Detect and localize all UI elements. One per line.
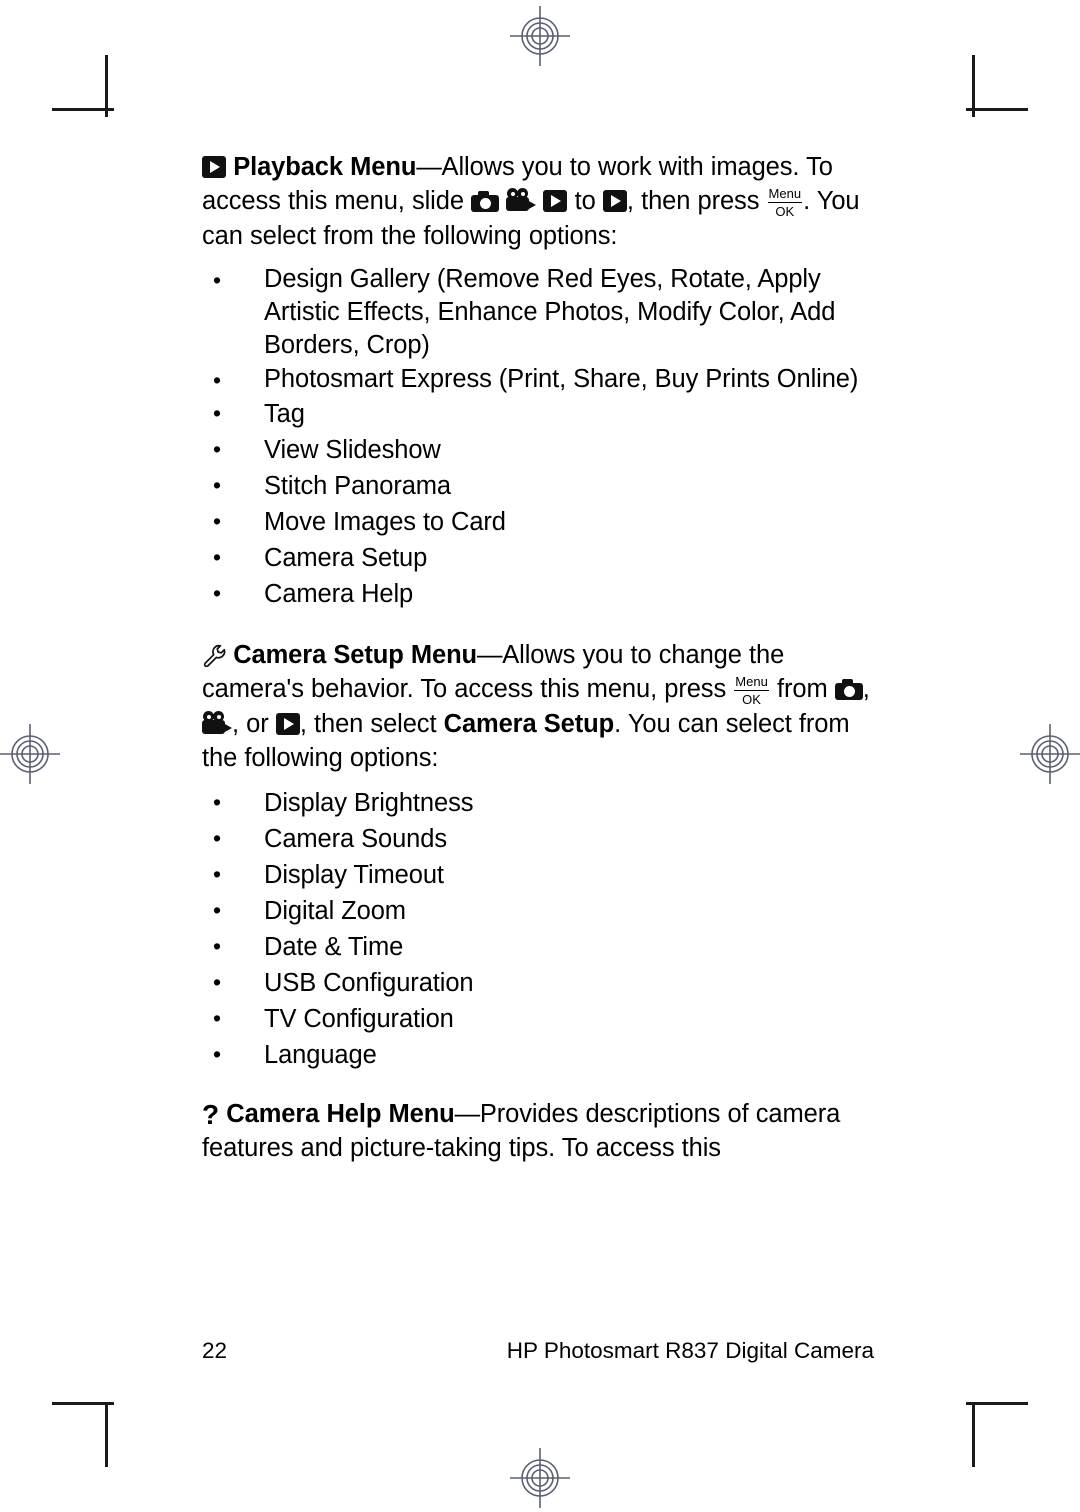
list-item: Digital Zoom bbox=[202, 892, 874, 929]
menu-ok-bottom-label: OK bbox=[775, 204, 795, 219]
em-dash: — bbox=[477, 641, 503, 669]
page-number: 22 bbox=[202, 1338, 228, 1363]
camera-setup-menu-heading: Camera Setup Menu bbox=[233, 641, 478, 669]
em-dash: — bbox=[416, 153, 442, 181]
video-camera-icon bbox=[506, 188, 537, 212]
camera-setup-options-list: Display Brightness Camera Sounds Display… bbox=[202, 784, 874, 1073]
playback-icon-inline-1 bbox=[543, 190, 568, 212]
video-camera-icon bbox=[202, 711, 232, 735]
list-item: Design Gallery (Remove Red Eyes, Rotate,… bbox=[202, 262, 874, 362]
playback-menu-options-list: Design Gallery (Remove Red Eyes, Rotate,… bbox=[202, 262, 874, 398]
camera-help-menu-heading: Camera Help Menu bbox=[226, 1100, 455, 1128]
list-item: USB Configuration bbox=[202, 964, 874, 1001]
playback-icon bbox=[275, 713, 300, 735]
list-item: Tag bbox=[202, 395, 874, 432]
camera-setup-intro-text-5: , then select bbox=[299, 710, 444, 738]
crop-mark-bottom-left-vertical bbox=[105, 1405, 108, 1467]
registration-mark-bottom bbox=[510, 1448, 570, 1508]
registration-mark-top bbox=[510, 6, 570, 66]
list-item: Stitch Panorama bbox=[202, 467, 874, 504]
menu-ok-top-label: Menu bbox=[734, 674, 769, 691]
list-item: Date & Time bbox=[202, 928, 874, 965]
playback-icon-inline-2 bbox=[602, 190, 627, 212]
playback-menu-intro-text-2: to bbox=[567, 187, 603, 215]
still-camera-icon bbox=[471, 191, 500, 212]
wrench-icon bbox=[202, 642, 226, 668]
menu-ok-bottom-label: OK bbox=[742, 692, 761, 707]
camera-help-menu-paragraph: ? Camera Help Menu—Provides descriptions… bbox=[202, 1097, 874, 1165]
playback-menu-intro-text-3: , then press bbox=[626, 187, 767, 215]
crop-mark-top-right-horizontal bbox=[966, 108, 1028, 111]
menu-ok-button-icon: Menu OK bbox=[734, 675, 769, 707]
menu-ok-button-icon: Menu OK bbox=[767, 186, 803, 219]
crop-mark-bottom-right-vertical bbox=[972, 1405, 975, 1467]
registration-mark-left bbox=[0, 724, 60, 784]
list-item: Display Brightness bbox=[202, 784, 874, 821]
playback-menu-paragraph: Playback Menu—Allows you to work with im… bbox=[202, 150, 874, 253]
footer-document-title: HP Photosmart R837 Digital Camera bbox=[506, 1338, 874, 1363]
page-content: Playback Menu—Allows you to work with im… bbox=[202, 150, 874, 1179]
question-mark-icon: ? bbox=[202, 1099, 220, 1130]
list-item: Photosmart Express (Print, Share, Buy Pr… bbox=[202, 362, 874, 398]
list-item: Display Timeout bbox=[202, 856, 874, 893]
list-item: Camera Help bbox=[202, 575, 874, 612]
playback-icon bbox=[202, 156, 226, 178]
camera-setup-bold-reference: Camera Setup bbox=[443, 710, 615, 738]
list-item: View Slideshow bbox=[202, 431, 874, 468]
playback-menu-heading: Playback Menu bbox=[233, 153, 417, 181]
crop-mark-top-left-horizontal bbox=[52, 108, 114, 111]
camera-setup-intro-text-3: , bbox=[862, 675, 870, 703]
list-item: Camera Sounds bbox=[202, 820, 874, 857]
list-item: TV Configuration bbox=[202, 1000, 874, 1037]
menu-ok-top-label: Menu bbox=[767, 186, 803, 203]
list-item: Language bbox=[202, 1036, 874, 1073]
crop-mark-bottom-right-horizontal bbox=[966, 1402, 1028, 1405]
camera-setup-intro-text-4: , or bbox=[232, 710, 276, 738]
camera-setup-menu-paragraph: Camera Setup Menu—Allows you to change t… bbox=[202, 638, 874, 775]
camera-setup-intro-text-2: from bbox=[769, 675, 835, 703]
list-item: Move Images to Card bbox=[202, 503, 874, 540]
registration-mark-right bbox=[1020, 724, 1080, 784]
em-dash: — bbox=[454, 1100, 481, 1128]
list-item: Camera Setup bbox=[202, 539, 874, 576]
playback-menu-options-list-2: Tag View Slideshow Stitch Panorama Move … bbox=[202, 395, 874, 612]
still-camera-icon bbox=[834, 679, 863, 700]
